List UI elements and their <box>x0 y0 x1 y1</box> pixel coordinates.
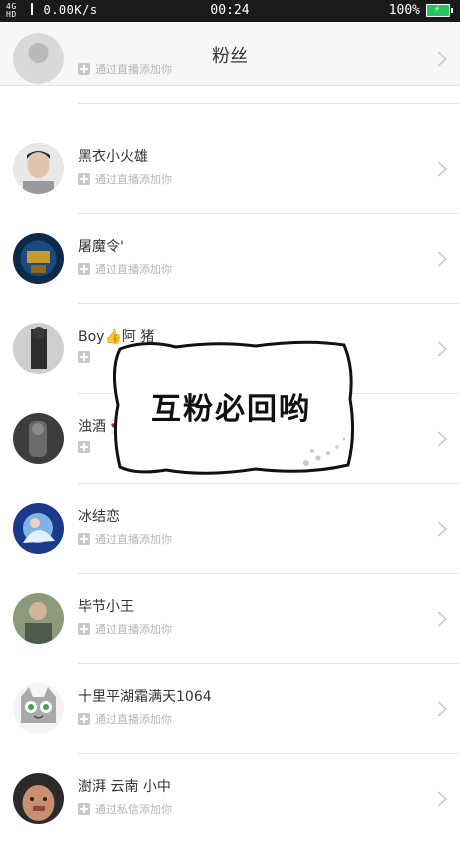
avatar <box>13 503 64 554</box>
fan-source-text: 通过直播添加你 <box>95 263 172 276</box>
fan-source: 通过直播添加你 <box>78 531 172 547</box>
sticker-text: 互粉必回哟 <box>151 392 311 427</box>
list-item[interactable]: 黑衣小火雄 通过直播添加你 <box>0 124 460 214</box>
add-source-icon <box>78 803 90 815</box>
add-source-icon <box>78 623 90 635</box>
fan-source-text: 通过直播添加你 <box>95 713 172 726</box>
avatar <box>13 593 64 644</box>
list-item[interactable]: 通过直播添加你 <box>0 14 460 104</box>
fan-source-text: 通过直播添加你 <box>95 533 172 546</box>
fan-source: 通过直播添加你 <box>78 261 172 277</box>
fan-name: 屠魔令' <box>78 239 124 255</box>
list-item[interactable]: 毕节小王 通过直播添加你 <box>0 574 460 664</box>
fan-name: 冰结恋 <box>78 509 120 525</box>
chevron-right-icon <box>437 341 448 357</box>
fan-source-text: 通过直播添加你 <box>95 63 172 76</box>
add-source-icon <box>78 351 90 363</box>
avatar <box>13 683 64 734</box>
add-source-icon <box>78 441 90 453</box>
list-item[interactable]: 屠魔令' 通过直播添加你 <box>0 214 460 304</box>
add-source-icon <box>78 713 90 725</box>
fan-source-text: 通过直播添加你 <box>95 173 172 186</box>
avatar <box>13 773 64 824</box>
chevron-right-icon <box>437 791 448 807</box>
chevron-right-icon <box>437 701 448 717</box>
chevron-right-icon <box>437 51 448 67</box>
sticker-overlay: 互粉必回哟 <box>106 339 356 479</box>
chevron-right-icon <box>437 251 448 267</box>
avatar <box>13 233 64 284</box>
chevron-right-icon <box>437 611 448 627</box>
add-source-icon <box>78 263 90 275</box>
fan-source: 通过直播添加你 <box>78 61 172 77</box>
fan-source: 通过私信添加你 <box>78 801 172 817</box>
avatar <box>13 323 64 374</box>
fan-source <box>78 441 95 453</box>
add-source-icon <box>78 173 90 185</box>
add-source-icon <box>78 533 90 545</box>
fan-source: 通过直播添加你 <box>78 711 172 727</box>
divider <box>78 103 460 104</box>
chevron-right-icon <box>437 521 448 537</box>
fan-name: 十里平湖霜满天1064 <box>78 689 212 705</box>
fan-source-text: 通过直播添加你 <box>95 623 172 636</box>
list-item[interactable]: 冰结恋 通过直播添加你 <box>0 484 460 574</box>
list-item[interactable]: 澍湃 云南 小中 通过私信添加你 <box>0 754 460 844</box>
chevron-right-icon <box>437 431 448 447</box>
fan-source: 通过直播添加你 <box>78 171 172 187</box>
avatar <box>13 413 64 464</box>
add-source-icon <box>78 63 90 75</box>
list-item[interactable]: 十里平湖霜满天1064 通过直播添加你 <box>0 664 460 754</box>
chevron-right-icon <box>437 161 448 177</box>
fan-name: 澍湃 云南 小中 <box>78 779 171 795</box>
fan-source-text: 通过私信添加你 <box>95 803 172 816</box>
avatar <box>13 33 64 84</box>
avatar <box>13 143 64 194</box>
fan-name: 黑衣小火雄 <box>78 149 148 165</box>
fan-source <box>78 351 95 363</box>
fan-source: 通过直播添加你 <box>78 621 172 637</box>
fan-name: 毕节小王 <box>78 599 134 615</box>
